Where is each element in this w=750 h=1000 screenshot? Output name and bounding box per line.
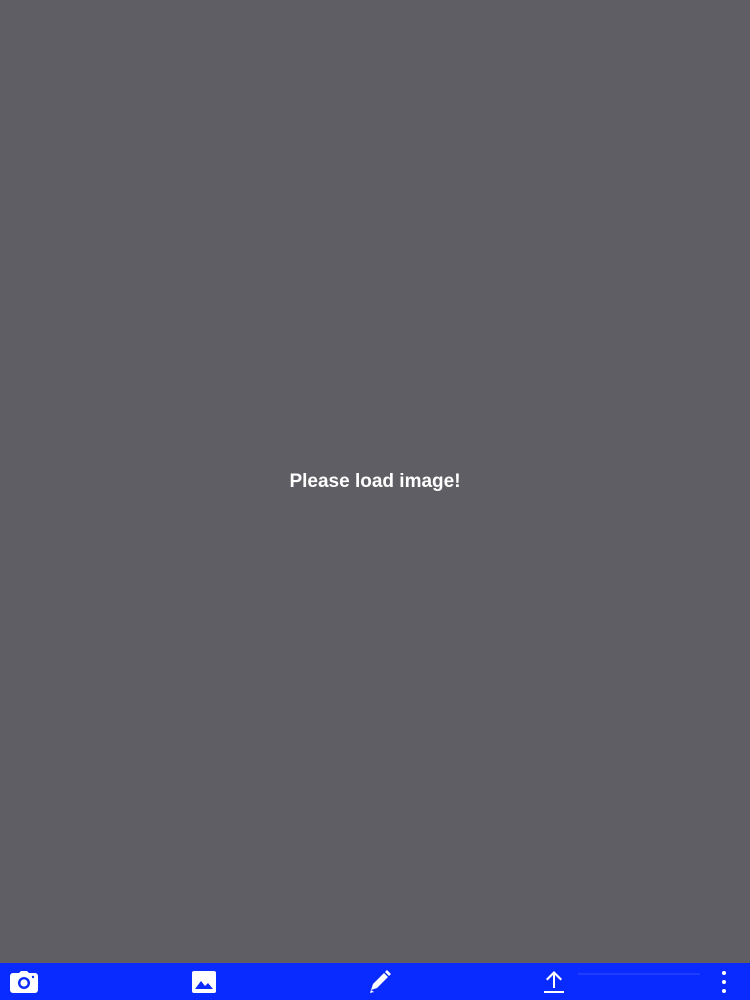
upload-icon [543, 970, 565, 994]
gallery-button[interactable] [186, 963, 222, 1000]
edit-button[interactable] [362, 963, 398, 1000]
progress-indicator [578, 973, 700, 975]
pencil-icon [369, 969, 391, 994]
empty-state-message: Please load image! [289, 470, 461, 492]
image-canvas[interactable]: Please load image! [0, 0, 750, 963]
more-options-button[interactable] [710, 963, 738, 1000]
image-icon [192, 970, 216, 993]
more-vertical-icon [721, 970, 727, 994]
camera-button[interactable] [6, 963, 42, 1000]
upload-button[interactable] [536, 963, 572, 1000]
bottom-toolbar [0, 963, 750, 1000]
app-window: Please load image! [0, 0, 750, 1000]
camera-icon [10, 970, 38, 993]
